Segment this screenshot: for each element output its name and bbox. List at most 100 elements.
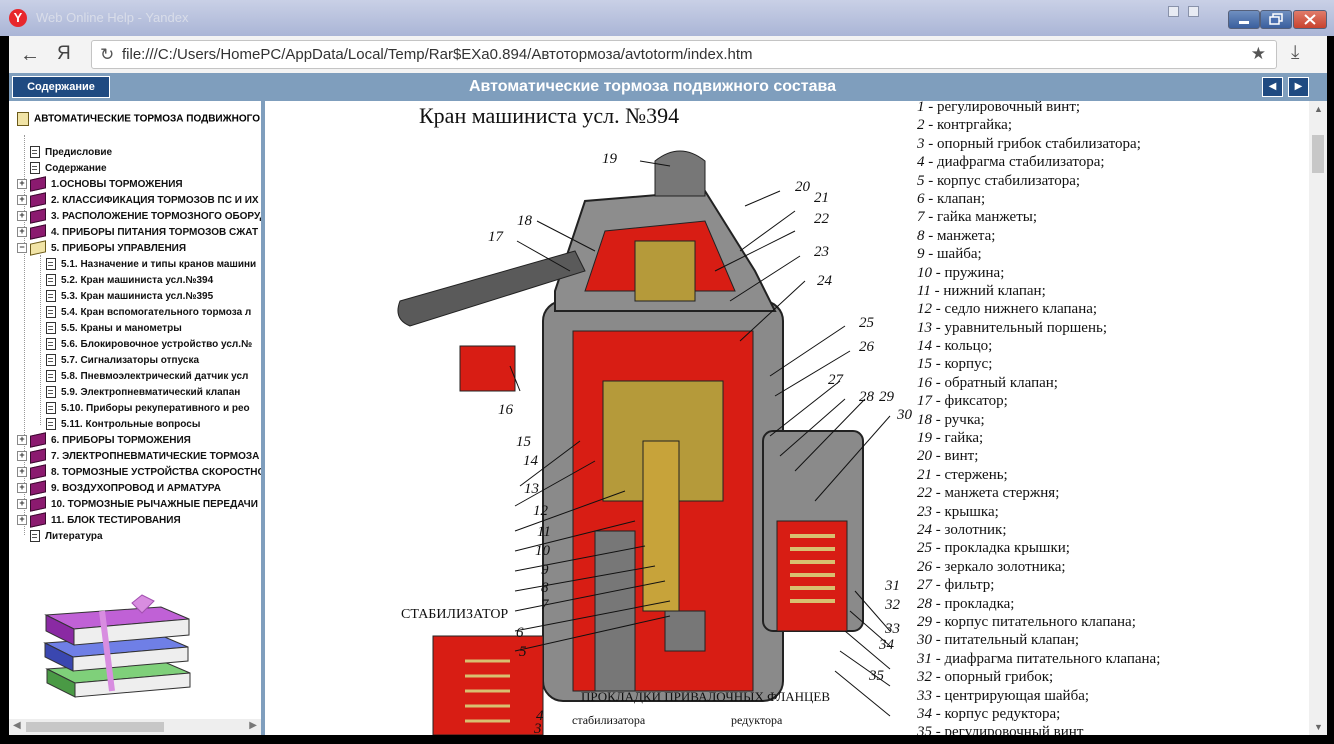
tree-item[interactable]: +1.ОСНОВЫ ТОРМОЖЕНИЯ bbox=[17, 176, 183, 193]
previous-page-button[interactable]: ◀ bbox=[1262, 77, 1283, 97]
expand-icon[interactable]: + bbox=[17, 179, 27, 190]
tree-item[interactable]: +10. ТОРМОЗНЫЕ РЫЧАЖНЫЕ ПЕРЕДАЧИ bbox=[17, 496, 258, 513]
stabilizer-label: СТАБИЛИЗАТОР bbox=[401, 607, 509, 622]
legend-text: - уравнительный поршень; bbox=[932, 319, 1107, 336]
legend-text: - опорный грибок стабилизатора; bbox=[924, 135, 1141, 152]
tree-item[interactable]: 5.11. Контрольные вопросы bbox=[33, 417, 200, 433]
tree-item[interactable]: Литература bbox=[17, 529, 103, 545]
legend-item: 18 - ручка; bbox=[917, 412, 1307, 430]
tree-item[interactable]: +4. ПРИБОРЫ ПИТАНИЯ ТОРМОЗОВ СЖАТ bbox=[17, 224, 258, 241]
legend-text: - кольцо; bbox=[932, 338, 993, 355]
tree-item[interactable]: +8. ТОРМОЗНЫЕ УСТРОЙСТВА СКОРОСТНОГ bbox=[17, 464, 261, 481]
tree-item-label: 5.5. Краны и манометры bbox=[61, 323, 182, 334]
open-book-icon bbox=[30, 240, 46, 257]
tree-item[interactable]: 5.4. Кран вспомогательного тормоза л bbox=[33, 305, 251, 321]
legend-text: - стержень; bbox=[932, 466, 1008, 483]
legend-text: - диафрагма питательного клапана; bbox=[932, 650, 1161, 667]
legend-text: - зеркало золотника; bbox=[932, 558, 1066, 575]
legend-item: 27 - фильтр; bbox=[917, 577, 1307, 595]
expand-icon[interactable]: + bbox=[17, 483, 27, 494]
tree-item[interactable]: Предисловие bbox=[17, 145, 112, 161]
legend-item: 29 - корпус питательного клапана; bbox=[917, 614, 1307, 632]
vertical-scrollbar[interactable]: ▲ ▼ bbox=[1309, 101, 1327, 735]
tree-item[interactable]: +2. КЛАССИФИКАЦИЯ ТОРМОЗОВ ПС И ИХ bbox=[17, 192, 259, 209]
tree-item[interactable]: 5.1. Назначение и типы кранов машини bbox=[33, 257, 256, 273]
tree-item[interactable]: 5.6. Блокировочное устройство усл.№ bbox=[33, 337, 252, 353]
tree-item[interactable]: 5.9. Электропневматический клапан bbox=[33, 385, 240, 401]
callout-number: 8 bbox=[541, 580, 549, 596]
legend-number: 32 bbox=[917, 669, 932, 686]
tree-root[interactable]: АВТОМАТИЧЕСКИЕ ТОРМОЗА ПОДВИЖНОГО СОСТАВ… bbox=[17, 112, 261, 126]
next-page-button[interactable]: ▶ bbox=[1288, 77, 1309, 97]
maximize-button[interactable] bbox=[1260, 10, 1292, 29]
horizontal-scrollbar[interactable]: ◀ ▶ bbox=[9, 719, 261, 735]
legend-number: 17 bbox=[917, 393, 932, 410]
callout-number: 32 bbox=[885, 597, 900, 613]
tree-item[interactable]: +6. ПРИБОРЫ ТОРМОЖЕНИЯ bbox=[17, 432, 191, 449]
download-icon[interactable]: ⤓ bbox=[1291, 42, 1299, 64]
legend-number: 16 bbox=[917, 374, 932, 391]
url-text[interactable]: file:///C:/Users/HomePC/AppData/Local/Te… bbox=[122, 46, 753, 63]
callout-number: 34 bbox=[879, 637, 894, 653]
tree-item[interactable]: − 5. ПРИБОРЫ УПРАВЛЕНИЯ bbox=[17, 240, 186, 257]
tree-item[interactable]: 5.7. Сигнализаторы отпуска bbox=[33, 353, 199, 369]
tree-item[interactable]: 5.2. Кран машиниста усл.№394 bbox=[33, 273, 213, 289]
expand-icon[interactable]: + bbox=[17, 451, 27, 462]
scrollbar-thumb[interactable] bbox=[1312, 135, 1324, 173]
expand-icon[interactable]: + bbox=[17, 435, 27, 446]
contents-button[interactable]: Содержание bbox=[12, 76, 110, 98]
book-icon bbox=[30, 448, 46, 465]
book-icon bbox=[30, 224, 46, 241]
legend-text: - обратный клапан; bbox=[932, 374, 1058, 391]
legend-item: 35 - регулировочный винт bbox=[917, 724, 1307, 735]
legend-text: - клапан; bbox=[924, 190, 986, 207]
tree-item[interactable]: 5.8. Пневмоэлектрический датчик усл bbox=[33, 369, 248, 385]
tree-item[interactable]: +3. РАСПОЛОЖЕНИЕ ТОРМОЗНОГО ОБОРУД bbox=[17, 208, 261, 225]
legend-text: - винт; bbox=[932, 448, 979, 465]
legend-item: 3 - опорный грибок стабилизатора; bbox=[917, 136, 1307, 154]
minimize-button[interactable] bbox=[1228, 10, 1260, 29]
expand-icon[interactable]: + bbox=[17, 211, 27, 222]
tree-item[interactable]: 5.5. Краны и манометры bbox=[33, 321, 182, 337]
legend-text: - опорный грибок; bbox=[932, 669, 1054, 686]
expand-icon[interactable]: + bbox=[17, 467, 27, 478]
expand-icon[interactable]: + bbox=[17, 195, 27, 206]
expand-icon[interactable]: + bbox=[17, 499, 27, 510]
legend-number: 9 bbox=[917, 246, 925, 263]
scrollbar-thumb[interactable] bbox=[26, 722, 164, 732]
address-bar[interactable]: ↻ file:///C:/Users/HomePC/AppData/Local/… bbox=[91, 40, 1277, 69]
legend-number: 20 bbox=[917, 448, 932, 465]
tree-item[interactable]: Содержание bbox=[17, 161, 107, 177]
tree-item-label: 7. ЭЛЕКТРОПНЕВМАТИЧЕСКИЕ ТОРМОЗА bbox=[51, 451, 260, 462]
reload-icon[interactable]: ↻ bbox=[100, 45, 114, 65]
book-icon bbox=[30, 192, 46, 209]
tree-item[interactable]: 5.10. Приборы рекуперативного и рео bbox=[33, 401, 250, 417]
tree-item-label: Содержание bbox=[45, 163, 107, 174]
page-icon bbox=[46, 386, 56, 399]
tree-item-label: 9. ВОЗДУХОПРОВОД И АРМАТУРА bbox=[51, 483, 221, 494]
legend-number: 27 bbox=[917, 577, 932, 594]
close-icon bbox=[1304, 14, 1316, 25]
bookmark-star-icon[interactable]: ★ bbox=[1251, 44, 1266, 64]
page-icon bbox=[46, 258, 56, 271]
legend-text: - нижний клапан; bbox=[930, 282, 1046, 299]
legend-text: - пружина; bbox=[932, 264, 1005, 281]
tree-item[interactable]: 5.3. Кран машиниста усл.№395 bbox=[33, 289, 213, 305]
expand-icon[interactable]: + bbox=[17, 227, 27, 238]
diagram-title: Кран машиниста усл. №394 bbox=[419, 103, 680, 128]
page-icon bbox=[46, 338, 56, 351]
collapse-icon[interactable]: − bbox=[17, 243, 27, 254]
legend-number: 33 bbox=[917, 687, 932, 704]
tree-item[interactable]: +7. ЭЛЕКТРОПНЕВМАТИЧЕСКИЕ ТОРМОЗА bbox=[17, 448, 260, 465]
yandex-home-button[interactable]: Я bbox=[57, 43, 71, 65]
flanges-caption: ПРОКЛАДКИ ПРИВАЛОЧНЫХ ФЛАНЦЕВ bbox=[581, 689, 831, 704]
legend-number: 25 bbox=[917, 540, 932, 557]
expand-icon[interactable]: + bbox=[17, 515, 27, 526]
legend-number: 21 bbox=[917, 466, 932, 483]
legend-item: 6 - клапан; bbox=[917, 191, 1307, 209]
back-arrow-icon[interactable]: ← bbox=[20, 44, 40, 67]
tree-item[interactable]: +11. БЛОК ТЕСТИРОВАНИЯ bbox=[17, 512, 181, 529]
close-button[interactable] bbox=[1293, 10, 1327, 29]
tree-item[interactable]: +9. ВОЗДУХОПРОВОД И АРМАТУРА bbox=[17, 480, 221, 497]
tree-item-label: 8. ТОРМОЗНЫЕ УСТРОЙСТВА СКОРОСТНОГ bbox=[51, 467, 261, 478]
